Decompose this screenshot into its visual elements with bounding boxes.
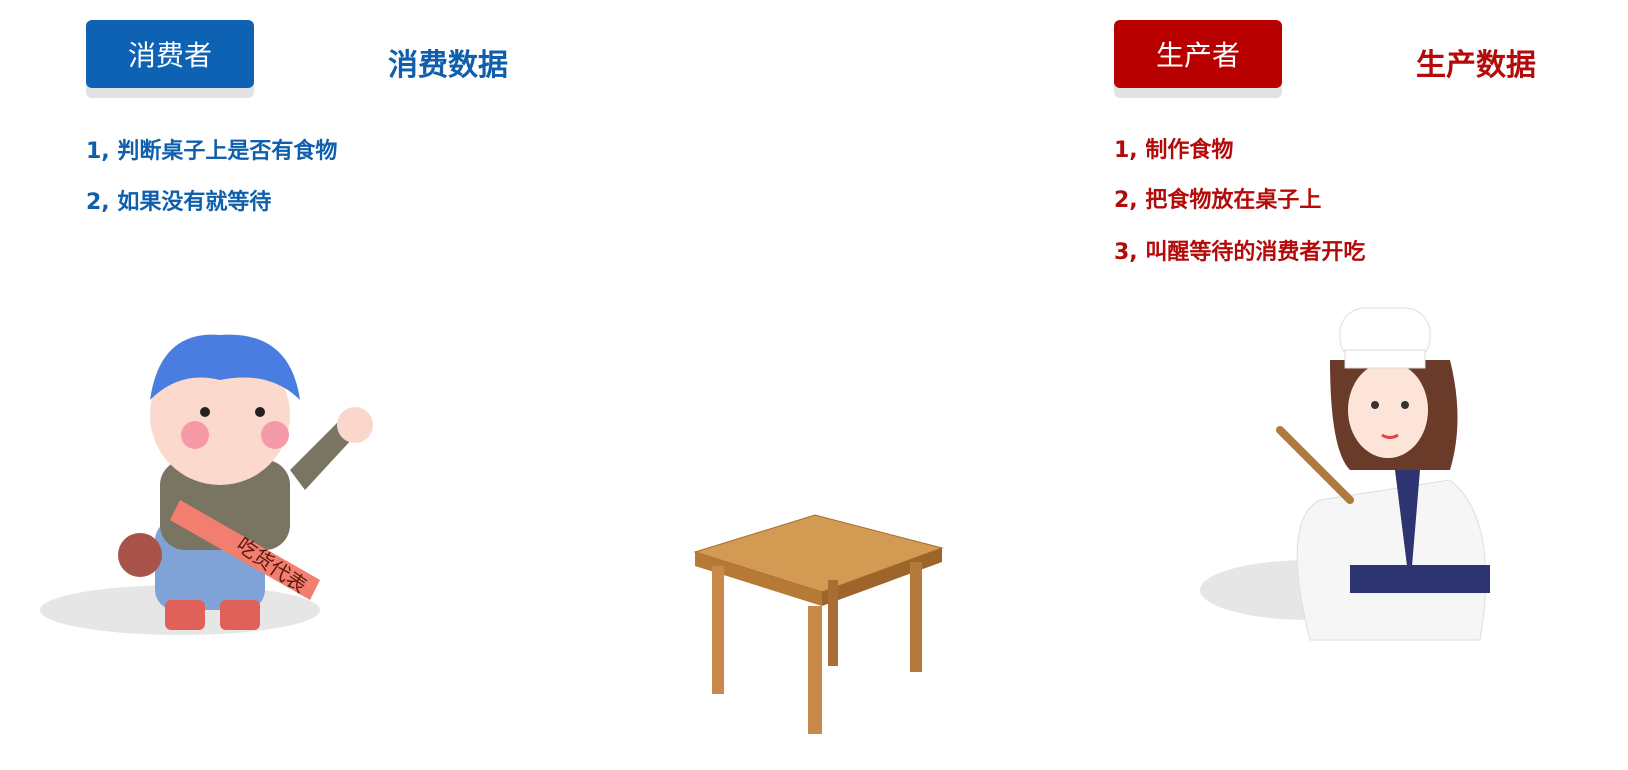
consumer-button[interactable]: 消费者: [86, 20, 254, 88]
producer-step-3: 3, 叫醒等待的消费者开吃: [1114, 240, 1366, 265]
consumer-data-title: 消费数据: [388, 48, 508, 83]
producer-button-label: 生产者: [1155, 39, 1240, 72]
producer-button[interactable]: 生产者: [1114, 20, 1282, 88]
producer-step-2: 2, 把食物放在桌子上: [1114, 188, 1322, 213]
chef-illustration: [1200, 307, 1490, 641]
producer-step-1: 1, 制作食物: [1114, 138, 1234, 163]
table-illustration: [693, 514, 944, 734]
producer-data-title: 生产数据: [1416, 48, 1536, 83]
consumer-step-1: 1, 判断桌子上是否有食物: [86, 139, 338, 164]
consumer-button-label: 消费者: [127, 39, 212, 72]
consumer-illustration: 吃货代表: [40, 334, 373, 635]
consumer-step-2: 2, 如果没有就等待: [86, 190, 272, 215]
